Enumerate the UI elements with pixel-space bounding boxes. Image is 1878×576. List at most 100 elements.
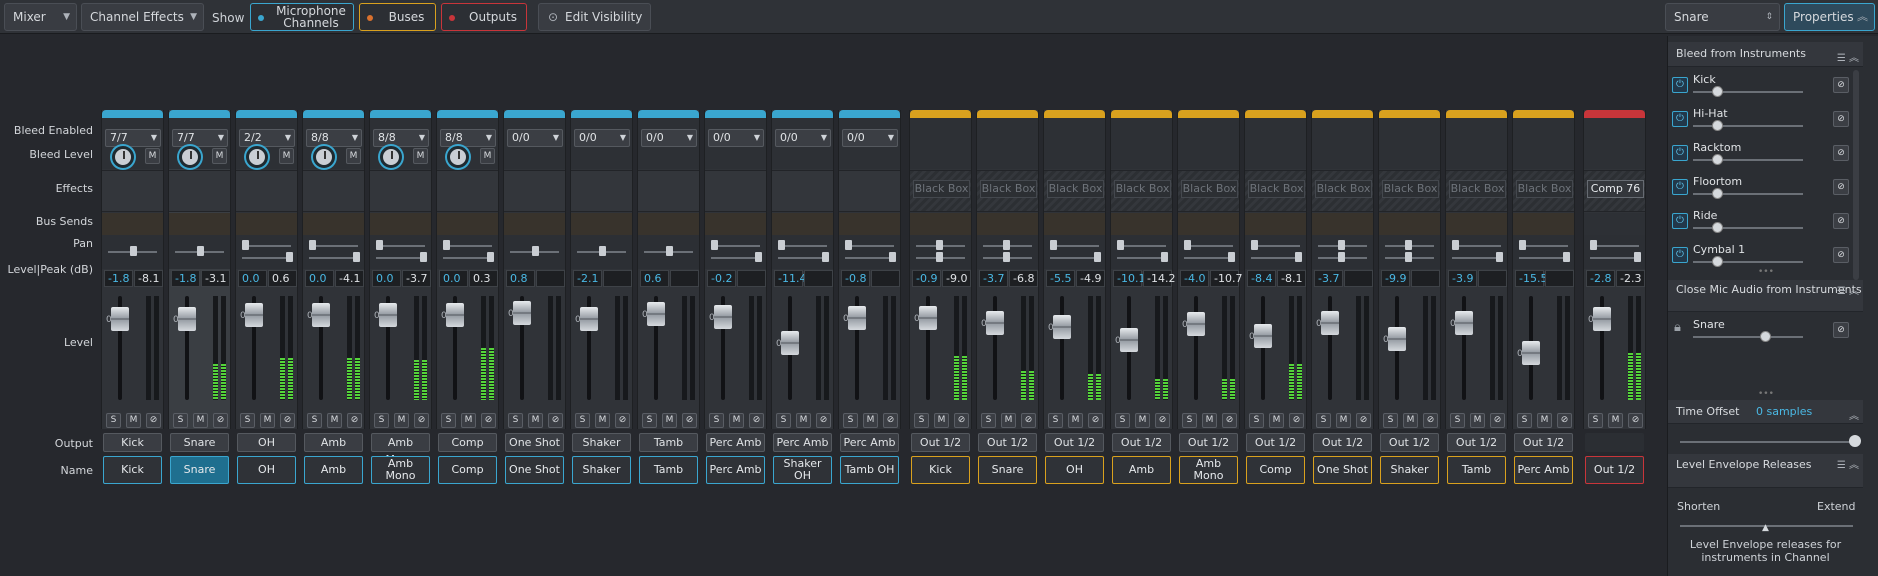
level-readout[interactable]: -3.7 — [1314, 270, 1343, 287]
bleed-mute-icon[interactable]: ⊘ — [1833, 77, 1849, 93]
level-readout[interactable]: -10.1 — [1113, 270, 1145, 287]
power-icon[interactable]: ⏻ — [1672, 77, 1688, 93]
level-fader[interactable]: 0 — [705, 290, 766, 410]
bleed-enabled-select[interactable]: 2/2 ▼ — [239, 129, 295, 147]
level-readout[interactable]: -2.8 — [1586, 270, 1615, 287]
pan-knob-right[interactable] — [1338, 252, 1345, 262]
pan-knob-left[interactable] — [242, 240, 249, 250]
channel-name[interactable]: Amb Mono — [371, 456, 430, 484]
channel-name[interactable]: Comp — [438, 456, 497, 484]
pan-knob-right[interactable] — [353, 252, 360, 262]
fader-cap[interactable] — [446, 303, 464, 327]
fader-cap[interactable] — [781, 331, 799, 355]
channel-name[interactable]: OH — [237, 456, 296, 484]
bus-sends-slot[interactable] — [1379, 213, 1440, 235]
power-icon[interactable]: ⏻ — [1672, 145, 1688, 161]
bus-sends-slot[interactable] — [303, 213, 364, 235]
bleed-mute-icon[interactable]: ⊘ — [1356, 413, 1371, 428]
bleed-enabled-select[interactable]: 8/8 ▼ — [440, 129, 496, 147]
pan-control[interactable] — [169, 235, 230, 269]
level-envelope-header[interactable]: Level Envelope Releases ☰ ︽ — [1668, 454, 1863, 488]
level-fader[interactable]: 0 — [102, 290, 163, 410]
fader-cap[interactable] — [647, 302, 665, 326]
solo-button[interactable]: S — [1517, 413, 1532, 428]
level-readout[interactable]: -11.4 — [774, 270, 806, 287]
solo-button[interactable]: S — [106, 413, 121, 428]
pan-knob-left[interactable] — [1184, 240, 1191, 250]
bleed-enabled-select[interactable]: 0/0 ▼ — [641, 129, 697, 147]
solo-button[interactable]: S — [981, 413, 996, 428]
channel-name[interactable]: Shaker — [1380, 456, 1439, 484]
effects-slot[interactable] — [169, 170, 230, 212]
level-readout[interactable]: 0.0 — [372, 270, 401, 287]
pan-knob[interactable] — [197, 246, 204, 256]
filter-buses[interactable]: Buses — [359, 3, 436, 31]
power-icon[interactable]: ⏻ — [1672, 247, 1688, 263]
fader-cap[interactable] — [986, 311, 1004, 335]
level-readout[interactable]: -4.0 — [1180, 270, 1209, 287]
mute-button[interactable]: M — [1403, 413, 1418, 428]
bleed-list-scrollbar[interactable] — [1853, 70, 1859, 280]
bleed-item-slider-knob[interactable] — [1712, 188, 1723, 199]
pan-knob-left[interactable] — [376, 240, 383, 250]
fader-cap[interactable] — [580, 307, 598, 331]
pan-knob-left[interactable] — [1452, 240, 1459, 250]
pan-knob-left[interactable] — [936, 240, 943, 250]
mute-button[interactable]: M — [394, 413, 409, 428]
mute-button[interactable]: M — [729, 413, 744, 428]
solo-button[interactable]: S — [1048, 413, 1063, 428]
bleed-level-knob[interactable] — [447, 146, 469, 168]
bus-sends-slot[interactable] — [571, 213, 632, 235]
fader-cap[interactable] — [1455, 311, 1473, 335]
mute-button[interactable]: M — [1608, 413, 1623, 428]
fader-cap[interactable] — [1254, 324, 1272, 348]
level-fader[interactable]: 0 — [910, 290, 971, 410]
pan-knob[interactable] — [130, 246, 137, 256]
effects-slot[interactable] — [839, 170, 900, 212]
pan-knob-right[interactable] — [286, 252, 293, 262]
output-button[interactable]: Out 1/2 — [1246, 433, 1305, 452]
channel-name[interactable]: Perc Amb — [1514, 456, 1573, 484]
power-icon[interactable]: ⏻ — [1672, 213, 1688, 229]
collapse-icon[interactable]: ︽ — [1849, 405, 1859, 428]
channel-name[interactable]: Out 1/2 — [1585, 456, 1644, 484]
mute-button[interactable]: M — [1001, 413, 1016, 428]
bleed-mute-button[interactable]: M — [279, 148, 294, 164]
edit-visibility-button[interactable]: ⊙ Edit Visibility — [538, 3, 651, 31]
fader-cap[interactable] — [848, 306, 866, 330]
output-button[interactable]: Out 1/2 — [1313, 433, 1372, 452]
mixer-dropdown[interactable]: Mixer ▼ — [4, 3, 77, 31]
bleed-mute-icon[interactable]: ⊘ — [682, 413, 697, 428]
resize-handle-icon[interactable]: ••• — [1758, 267, 1774, 277]
bleed-enabled-select[interactable]: 0/0 ▼ — [842, 129, 898, 147]
menu-collapse-icon[interactable]: ☰ ︽ — [1837, 285, 1859, 298]
solo-button[interactable]: S — [173, 413, 188, 428]
level-readout[interactable]: -8.4 — [1247, 270, 1276, 287]
bleed-item-slider-knob[interactable] — [1712, 120, 1723, 131]
pan-knob-right[interactable] — [1228, 252, 1235, 262]
bleed-mute-icon[interactable]: ⊘ — [1628, 413, 1643, 428]
level-fader[interactable]: 0 — [236, 290, 297, 410]
channel-name[interactable]: Tamb OH — [840, 456, 899, 484]
fader-cap[interactable] — [312, 303, 330, 327]
bus-sends-slot[interactable] — [638, 213, 699, 235]
pan-control[interactable] — [571, 235, 632, 269]
level-readout[interactable]: 0.0 — [238, 270, 267, 287]
bleed-mute-icon[interactable]: ⊘ — [347, 413, 362, 428]
effects-slot[interactable] — [437, 170, 498, 212]
bus-sends-slot[interactable] — [169, 213, 230, 235]
power-icon[interactable]: ⏻ — [1672, 111, 1688, 127]
bleed-mute-icon[interactable]: ⊘ — [1557, 413, 1572, 428]
bleed-mute-icon[interactable]: ⊘ — [1222, 413, 1237, 428]
effects-slot[interactable]: Black Box — [1312, 170, 1373, 212]
bleed-enabled-select[interactable]: 8/8 ▼ — [306, 129, 362, 147]
channel-name[interactable]: OH — [1045, 456, 1104, 484]
channel-name[interactable]: Tamb — [1447, 456, 1506, 484]
menu-collapse-icon[interactable]: ☰ ︽ — [1837, 459, 1859, 472]
bleed-mute-icon[interactable]: ⊘ — [1833, 322, 1849, 338]
effect-label[interactable]: Black Box — [980, 180, 1037, 198]
level-fader[interactable]: 0 — [1446, 290, 1507, 410]
solo-button[interactable]: S — [441, 413, 456, 428]
pan-control[interactable] — [638, 235, 699, 269]
level-fader[interactable]: 0 — [303, 290, 364, 410]
